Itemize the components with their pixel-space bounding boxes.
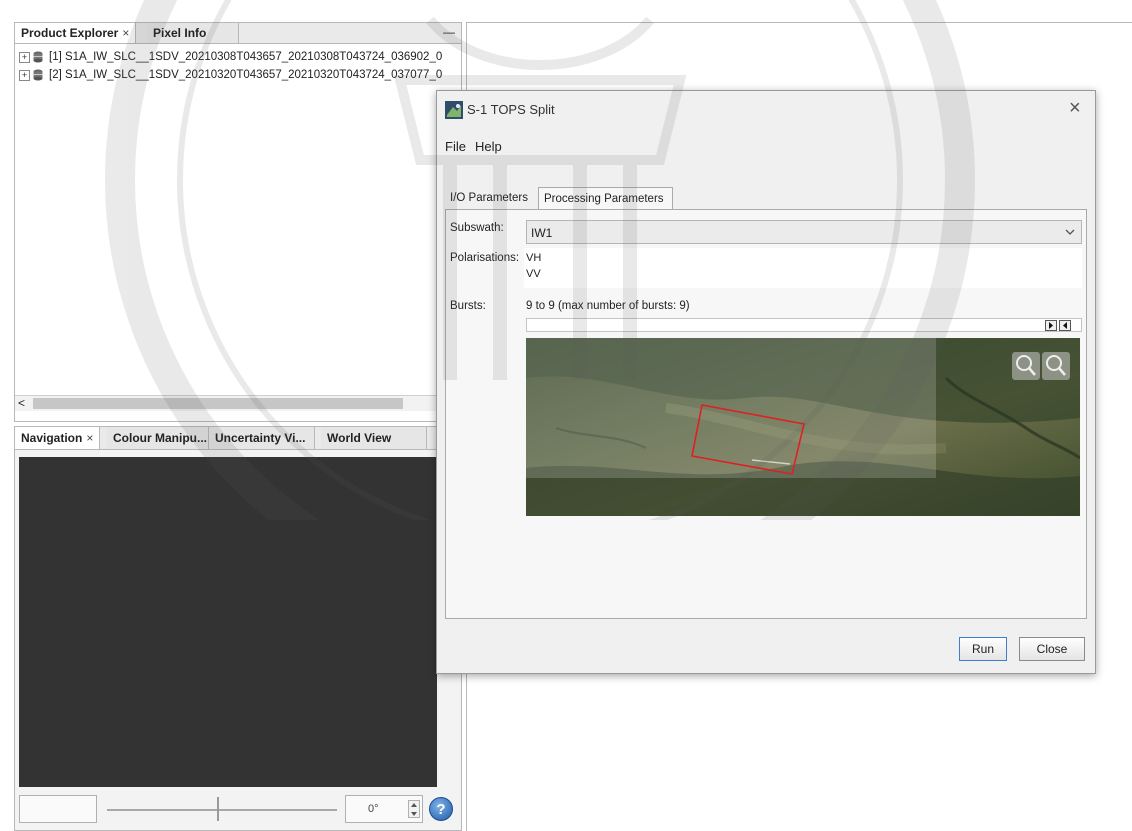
subswath-value: IW1 bbox=[531, 226, 553, 240]
close-icon[interactable]: × bbox=[86, 431, 93, 445]
scroll-thumb[interactable] bbox=[33, 398, 403, 409]
zoom-tool-icon[interactable] bbox=[1042, 352, 1070, 380]
rotation-spinner[interactable]: 0° bbox=[345, 795, 423, 823]
minimize-icon[interactable]: — bbox=[443, 25, 455, 39]
product-explorer-panel: Product Explorer × Pixel Info — + [1] S1… bbox=[14, 22, 462, 422]
dialog-close-icon[interactable]: × bbox=[1069, 97, 1081, 120]
polarisations-list[interactable]: VH VV bbox=[524, 248, 1082, 288]
help-button[interactable]: ? bbox=[429, 797, 453, 821]
database-icon bbox=[33, 69, 43, 81]
rotation-slider-track bbox=[107, 809, 337, 811]
navigation-tabbar: Navigation × Colour Manipu... Uncertaint… bbox=[14, 426, 462, 450]
satellite-map-image bbox=[526, 338, 1080, 516]
tab-navigation[interactable]: Navigation × bbox=[15, 427, 101, 449]
navigation-canvas[interactable] bbox=[19, 457, 437, 787]
bursts-value: 9 to 9 (max number of bursts: 9) bbox=[526, 300, 690, 312]
tree-item-product-2[interactable]: + [2] S1A_IW_SLC__1SDV_20210320T043657_2… bbox=[19, 67, 442, 83]
tab-colour-manipulation[interactable]: Colour Manipu... bbox=[107, 427, 209, 449]
slider-right-arrow-icon[interactable] bbox=[1045, 320, 1057, 331]
navigation-panel: Navigation × Colour Manipu... Uncertaint… bbox=[14, 426, 462, 831]
tab-io-parameters[interactable]: I/O Parameters bbox=[445, 187, 533, 209]
spinner-up-icon[interactable] bbox=[409, 801, 419, 809]
burst-range-slider[interactable] bbox=[526, 318, 1082, 332]
app-logo-icon bbox=[445, 101, 463, 119]
list-item[interactable]: VH bbox=[526, 252, 541, 264]
spinner-buttons[interactable] bbox=[408, 800, 420, 818]
scroll-left-icon[interactable]: < bbox=[18, 396, 25, 410]
menu-help[interactable]: Help bbox=[475, 139, 502, 154]
tab-uncertainty-visualisation[interactable]: Uncertainty Vi... bbox=[209, 427, 315, 449]
zoom-factor-field[interactable] bbox=[19, 795, 97, 823]
list-item[interactable]: VV bbox=[526, 268, 541, 280]
slider-left-arrow-icon[interactable] bbox=[1059, 320, 1071, 331]
zoom-all-icon[interactable] bbox=[1012, 352, 1040, 380]
tab-processing-parameters[interactable]: Processing Parameters bbox=[538, 187, 673, 209]
tab-product-explorer[interactable]: Product Explorer × bbox=[15, 23, 137, 43]
rotation-value: 0° bbox=[368, 803, 379, 815]
tab-pixel-info[interactable]: Pixel Info bbox=[147, 23, 239, 43]
dialog-title: S-1 TOPS Split bbox=[467, 102, 555, 117]
tree-item-product-1[interactable]: + [1] S1A_IW_SLC__1SDV_20210308T043657_2… bbox=[19, 49, 442, 65]
polarisations-label: Polarisations: bbox=[450, 252, 520, 264]
database-icon bbox=[33, 51, 43, 63]
help-icon: ? bbox=[436, 800, 446, 818]
expand-icon[interactable]: + bbox=[19, 51, 30, 63]
bursts-label: Bursts: bbox=[450, 300, 486, 312]
chevron-down-icon bbox=[1065, 229, 1075, 235]
expand-icon[interactable]: + bbox=[19, 69, 30, 81]
subswath-select[interactable]: IW1 bbox=[526, 220, 1082, 244]
product-explorer-tabbar: Product Explorer × Pixel Info — bbox=[14, 22, 462, 44]
footprint-map[interactable] bbox=[526, 338, 1080, 516]
run-button[interactable]: Run bbox=[959, 637, 1007, 661]
close-icon[interactable]: × bbox=[122, 26, 129, 40]
processing-parameters-panel: Subswath: IW1 Polarisations: VH VV Burst… bbox=[445, 209, 1087, 619]
tab-world-view[interactable]: World View bbox=[321, 427, 427, 449]
horizontal-scrollbar[interactable]: < bbox=[15, 395, 461, 411]
spinner-down-icon[interactable] bbox=[409, 810, 419, 818]
subswath-label: Subswath: bbox=[450, 222, 504, 234]
tops-split-dialog: S-1 TOPS Split × File Help I/O Parameter… bbox=[436, 90, 1096, 674]
rotation-slider-handle[interactable] bbox=[217, 797, 219, 821]
close-button[interactable]: Close bbox=[1019, 637, 1085, 661]
menu-file[interactable]: File bbox=[445, 139, 466, 154]
